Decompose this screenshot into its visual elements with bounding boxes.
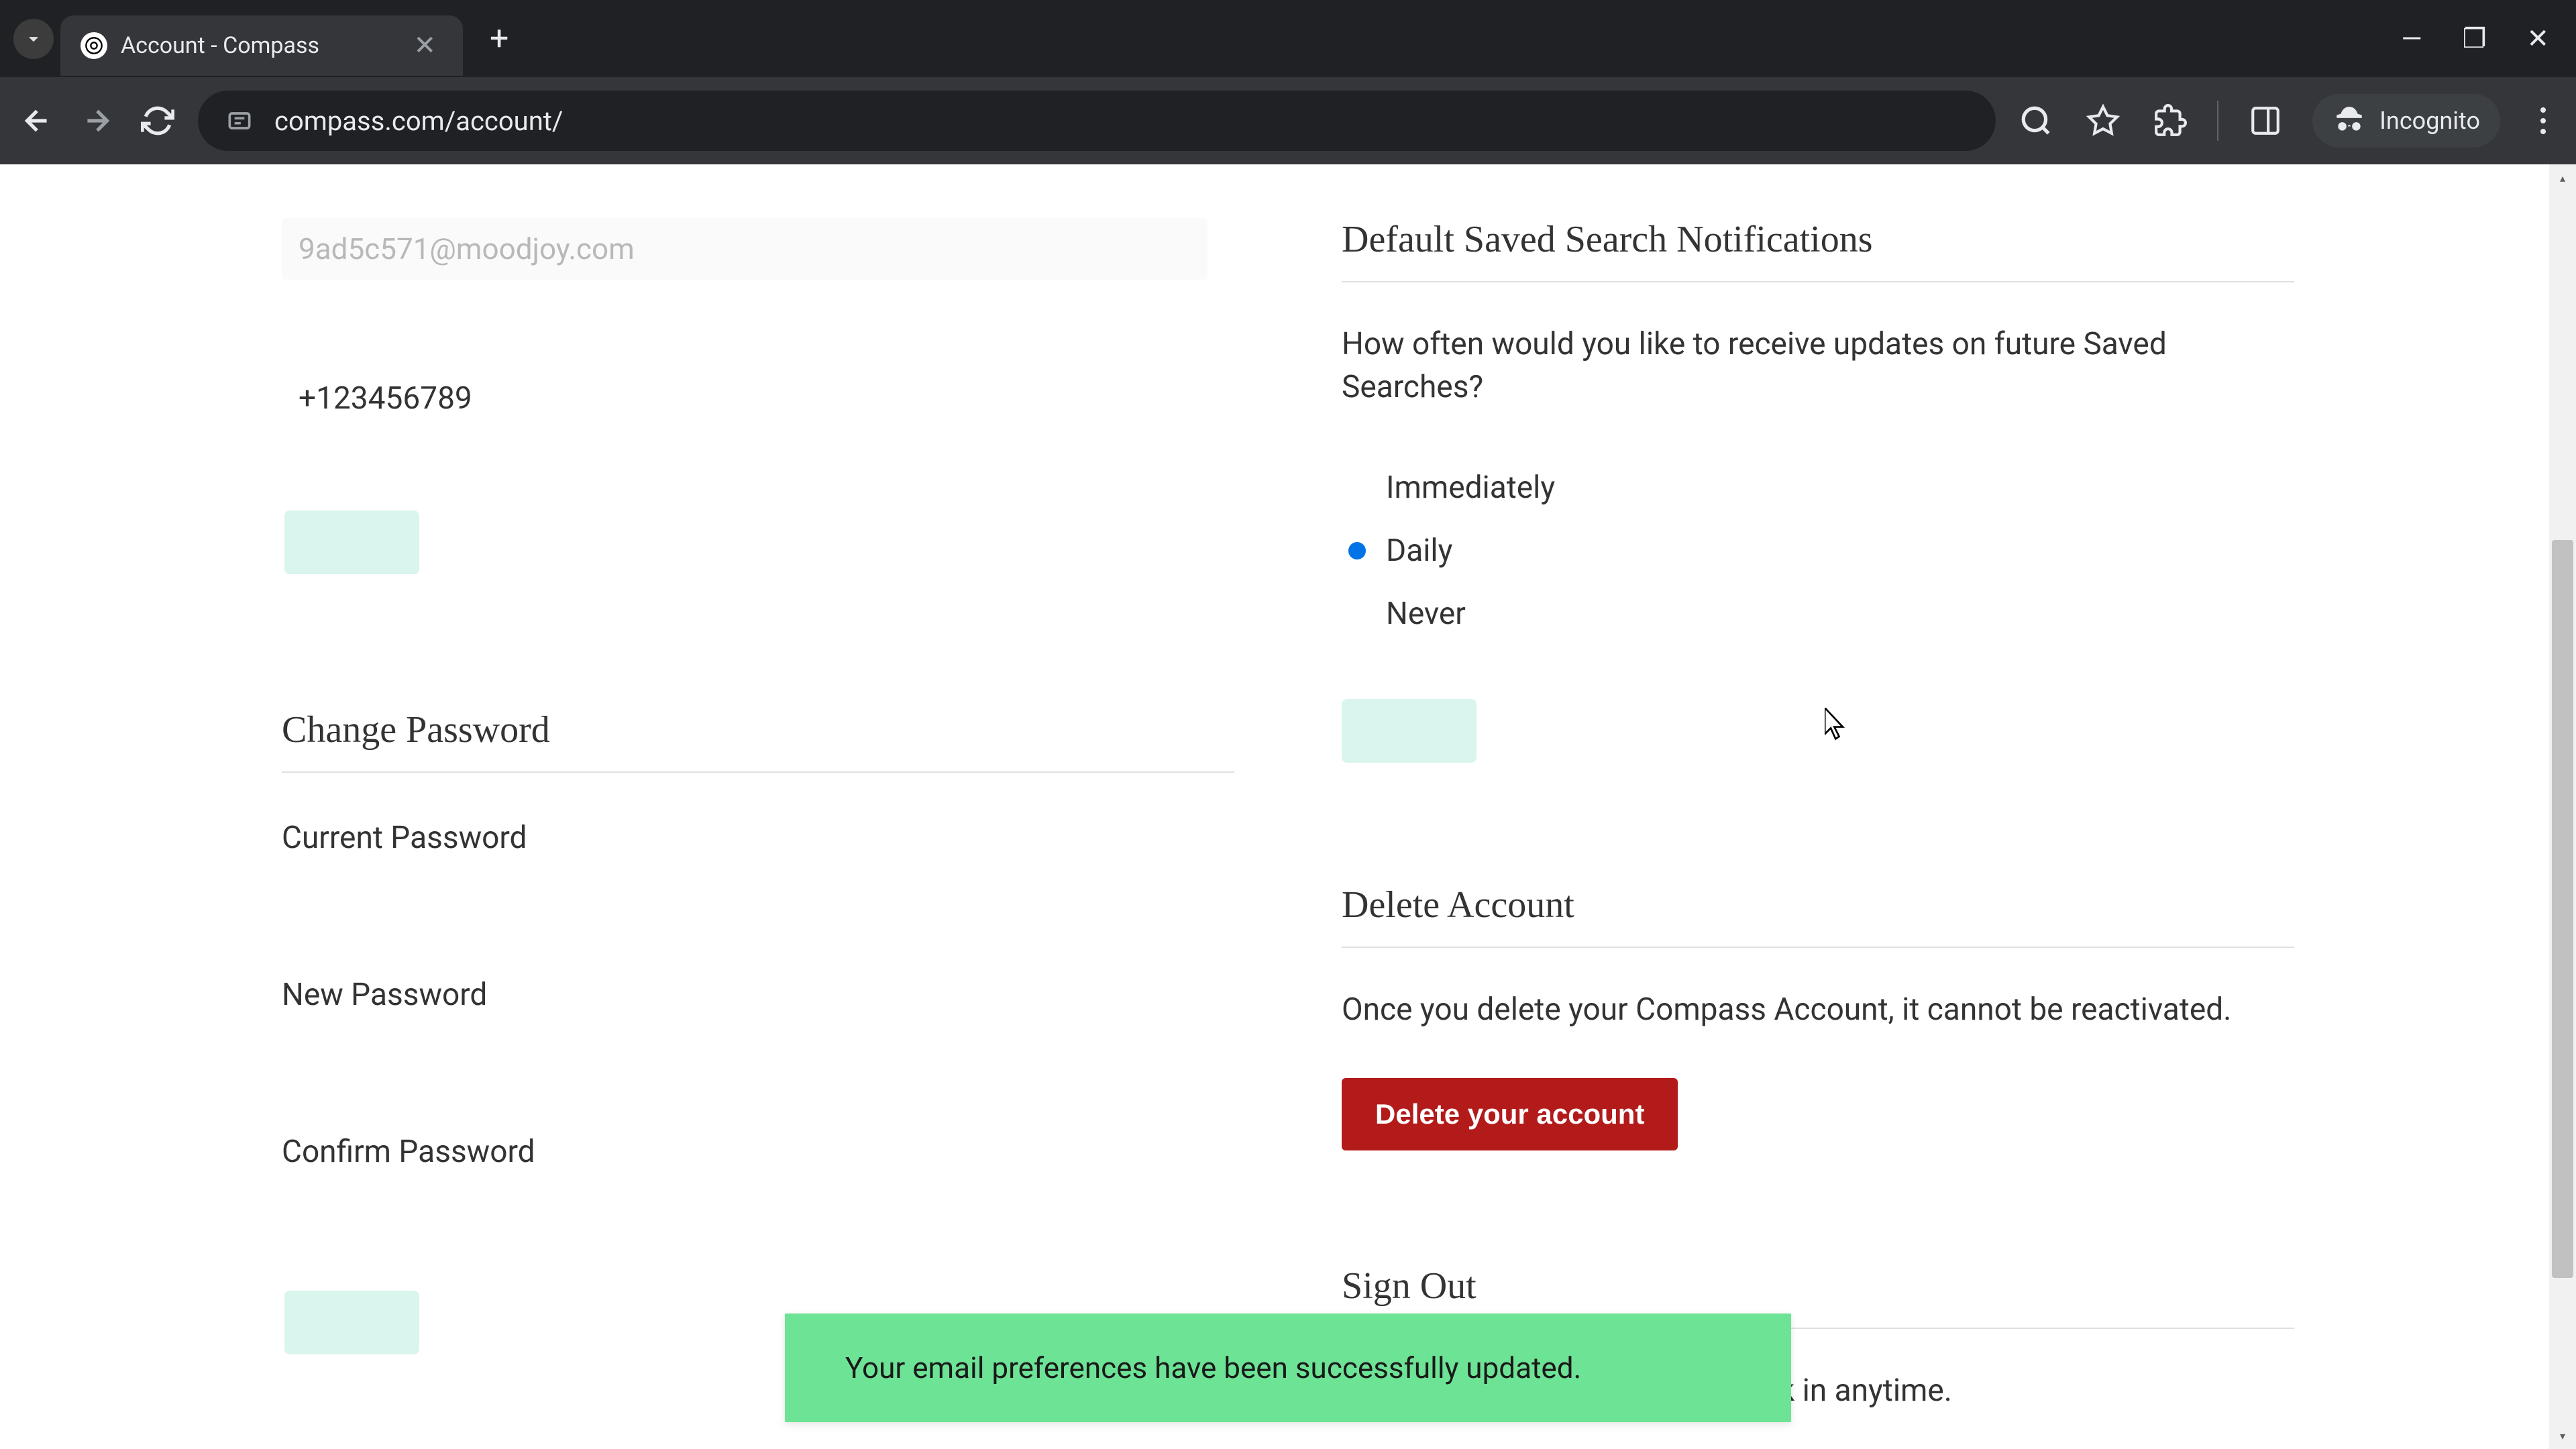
notifications-heading: Default Saved Search Notifications [1342,218,2294,282]
incognito-label: Incognito [2379,107,2480,135]
tab-bar: Account - Compass ✕ + ― ❐ ✕ [0,0,2576,77]
scroll-up-arrow-icon[interactable]: ▴ [2549,164,2576,191]
close-window-icon[interactable]: ✕ [2526,23,2549,54]
notification-frequency-radio-group: Immediately Daily Never [1348,456,2294,645]
site-info-icon[interactable] [225,106,254,136]
mouse-cursor-icon [1825,708,1849,744]
scrollbar-track[interactable]: ▴ ▾ [2549,164,2576,1449]
search-icon[interactable] [2016,101,2056,141]
close-tab-icon[interactable]: ✕ [407,30,443,61]
save-password-button[interactable]: Save [284,1291,419,1354]
radio-never[interactable]: Never [1348,582,2294,645]
confirm-password-label: Confirm Password [282,1134,1234,1170]
save-profile-button[interactable]: Save [284,511,419,574]
radio-label: Never [1386,596,1466,632]
maximize-icon[interactable]: ❐ [2463,23,2487,54]
radio-dot-icon [1348,479,1366,496]
right-column: Default Saved Search Notifications How o… [1342,218,2294,1449]
email-field[interactable]: 9ad5c571@moodjoy.com [282,218,1208,280]
bookmark-star-icon[interactable] [2083,101,2123,141]
page-content: 9ad5c571@moodjoy.com +123456789 Save Cha… [0,164,2576,1449]
browser-menu-icon[interactable] [2527,107,2559,134]
radio-daily[interactable]: Daily [1348,519,2294,582]
save-notifications-button[interactable]: Save [1342,699,1477,763]
scrollbar-thumb[interactable] [2552,540,2573,1278]
success-toast: Your email preferences have been success… [785,1313,1791,1422]
url-text: compass.com/account/ [274,105,563,137]
toolbar-right: Incognito [2016,94,2559,148]
delete-account-heading: Delete Account [1342,883,2294,948]
back-icon[interactable] [17,101,57,141]
delete-account-help-text: Once you delete your Compass Account, it… [1342,988,2294,1031]
content-wrapper: 9ad5c571@moodjoy.com +123456789 Save Cha… [0,164,2576,1449]
toolbar-divider [2217,101,2218,141]
scroll-down-arrow-icon[interactable]: ▾ [2549,1422,2576,1449]
side-panel-icon[interactable] [2245,101,2286,141]
extensions-icon[interactable] [2150,101,2190,141]
address-bar[interactable]: compass.com/account/ [198,91,1996,151]
radio-label: Immediately [1386,470,1555,506]
minimize-icon[interactable]: ― [2401,23,2422,54]
incognito-badge[interactable]: Incognito [2312,94,2500,148]
favicon-icon [80,32,107,59]
toast-message: Your email preferences have been success… [845,1350,1581,1385]
radio-dot-icon [1348,605,1366,623]
phone-field[interactable]: +123456789 [282,380,1234,417]
left-column: 9ad5c571@moodjoy.com +123456789 Save Cha… [282,218,1234,1449]
tab-search-dropdown[interactable] [13,19,54,59]
new-tab-button[interactable]: + [470,19,529,58]
forward-icon[interactable] [77,101,117,141]
browser-tab[interactable]: Account - Compass ✕ [60,15,463,76]
delete-account-button[interactable]: Delete your account [1342,1078,1678,1150]
current-password-label: Current Password [282,820,1234,856]
notifications-help-text: How often would you like to receive upda… [1342,323,2294,409]
browser-toolbar: compass.com/account/ Incognito [0,77,2576,164]
new-password-label: New Password [282,977,1234,1013]
radio-label: Daily [1386,533,1452,569]
radio-dot-icon [1348,542,1366,559]
reload-icon[interactable] [138,101,178,141]
browser-chrome: Account - Compass ✕ + ― ❐ ✕ compass.com/… [0,0,2576,164]
tab-title: Account - Compass [121,32,393,59]
radio-immediately[interactable]: Immediately [1348,456,2294,519]
change-password-heading: Change Password [282,708,1234,773]
window-controls: ― ❐ ✕ [2401,23,2563,54]
